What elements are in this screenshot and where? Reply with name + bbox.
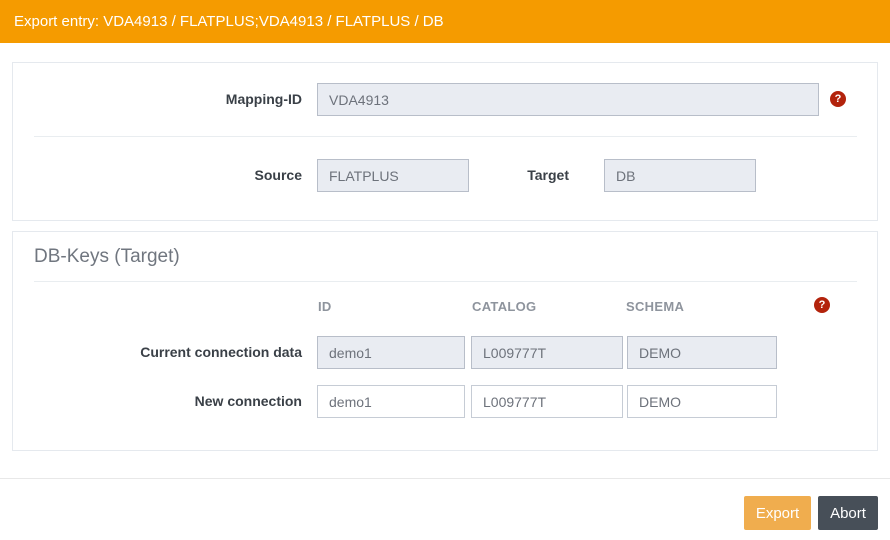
panel-divider: [34, 136, 857, 137]
target-label: Target: [527, 167, 569, 183]
target-input[interactable]: [604, 159, 756, 192]
question-circle-icon[interactable]: ?: [814, 297, 830, 313]
mapping-id-label: Mapping-ID: [225, 91, 302, 107]
db-keys-panel-title: DB-Keys (Target): [34, 246, 180, 267]
column-header-schema: SCHEMA: [626, 299, 685, 314]
new-connection-catalog-input[interactable]: [471, 385, 623, 418]
column-header-catalog: CATALOG: [472, 299, 537, 314]
mapping-id-input[interactable]: [317, 83, 819, 116]
mapping-panel: Mapping-ID ? Source Target: [12, 62, 878, 221]
panel-divider: [34, 281, 857, 282]
title-bar: Export entry: VDA4913 / FLATPLUS;VDA4913…: [0, 0, 890, 43]
abort-button[interactable]: Abort: [818, 496, 878, 530]
new-connection-label: New connection: [194, 393, 302, 409]
new-connection-schema-input[interactable]: [627, 385, 777, 418]
db-keys-panel: DB-Keys (Target) ID CATALOG SCHEMA ? Cur…: [12, 231, 878, 451]
current-connection-label: Current connection data: [140, 344, 302, 360]
page-title: Export entry: VDA4913 / FLATPLUS;VDA4913…: [14, 13, 444, 30]
new-connection-id-input[interactable]: [317, 385, 465, 418]
source-label: Source: [254, 167, 302, 183]
export-button[interactable]: Export: [744, 496, 811, 530]
current-connection-id-input[interactable]: [317, 336, 465, 369]
current-connection-catalog-input[interactable]: [471, 336, 623, 369]
current-connection-schema-input[interactable]: [627, 336, 777, 369]
footer-divider: [0, 478, 890, 479]
question-circle-icon[interactable]: ?: [830, 91, 846, 107]
column-header-id: ID: [318, 299, 332, 314]
